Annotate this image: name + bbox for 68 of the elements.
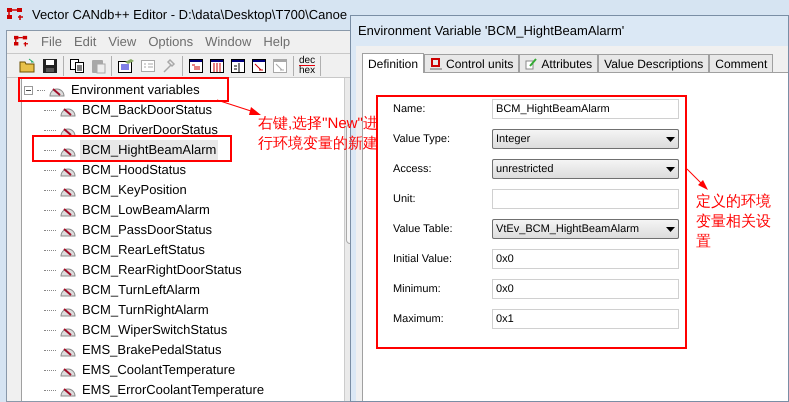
menu-item[interactable]: Options <box>148 32 194 52</box>
caret-icon <box>666 166 675 172</box>
window-title: Vector CANdb++ Editor - D:\data\Desktop\T700\Canoe <box>32 6 348 24</box>
tree-item[interactable]: EMS_ErrorCoolantTemperature <box>80 380 266 400</box>
input-field[interactable]: 0x0 <box>492 249 679 269</box>
save-icon[interactable] <box>42 58 58 74</box>
input-field[interactable] <box>492 189 679 209</box>
tab[interactable]: Attributes <box>519 54 598 72</box>
tree-item[interactable]: EMS_BrakePedalStatus <box>80 340 224 360</box>
field-label: Value Table: <box>393 222 454 237</box>
tree-item[interactable]: BCM_WiperSwitchStatus <box>80 320 230 340</box>
dropdown[interactable]: unrestricted <box>492 159 679 179</box>
document-icon <box>13 35 29 49</box>
tab[interactable]: Value Descriptions <box>598 54 710 72</box>
annotation-text: 右键,选择"New"进 行环境变量的新建 <box>258 114 378 154</box>
copy-icon[interactable] <box>69 58 85 74</box>
view-icon[interactable] <box>251 58 267 74</box>
caret-icon <box>666 226 675 232</box>
caret-icon <box>666 136 675 142</box>
tree-item[interactable]: BCM_BackDoorStatus <box>80 100 214 120</box>
field-label: Initial Value: <box>393 252 454 267</box>
arrow <box>216 98 262 118</box>
input-field[interactable]: BCM_HightBeamAlarm <box>492 99 679 119</box>
app-icon <box>6 7 24 23</box>
ecu-icon <box>430 58 442 70</box>
tab[interactable]: Control units <box>424 54 520 72</box>
tree-item[interactable]: BCM_HoodStatus <box>80 160 188 180</box>
tree-item[interactable]: BCM_TurnRightAlarm <box>80 300 211 320</box>
dialog-title: Environment Variable 'BCM_HightBeamAlarm' <box>358 22 624 40</box>
field-label: Maximum: <box>393 312 445 327</box>
annotation-text: 定义的环境 变量相关设 置 <box>696 192 771 252</box>
dropdown[interactable]: Integer <box>492 129 679 149</box>
field-label: Minimum: <box>393 282 442 297</box>
tree-item[interactable]: BCM_RearLeftStatus <box>80 240 207 260</box>
tab[interactable]: Definition <box>362 53 424 73</box>
folder-icon[interactable] <box>19 58 37 74</box>
tree-item[interactable]: BCM_TurnLeftAlarm <box>80 280 202 300</box>
menu-item[interactable]: Window <box>205 32 252 52</box>
dec-label: dec <box>299 56 316 66</box>
tree-item[interactable]: BCM_RearRightDoorStatus <box>80 260 244 280</box>
view-icon[interactable] <box>209 58 225 74</box>
hex-label: hex <box>299 66 316 75</box>
tree-item[interactable]: BCM_LowBeamAlarm <box>80 200 212 220</box>
menu-item[interactable]: Edit <box>74 32 96 52</box>
dec-hex-icon[interactable]: dec hex <box>299 56 316 75</box>
menu-item[interactable]: Help <box>263 32 290 52</box>
tab[interactable]: Comment <box>709 54 774 72</box>
dropdown[interactable]: VtEv_BCM_HightBeamAlarm <box>492 219 679 239</box>
input-field[interactable]: 0x0 <box>492 279 679 299</box>
collapse-toggle[interactable] <box>24 86 33 94</box>
tree-item[interactable]: Environment variables <box>71 80 200 100</box>
view-icon[interactable] <box>230 58 246 74</box>
field-label: Access: <box>393 162 433 177</box>
tree-item[interactable]: BCM_PassDoorStatus <box>80 220 214 240</box>
tree-item[interactable]: BCM_HightBeamAlarm <box>80 140 218 160</box>
view-icon[interactable] <box>188 58 204 74</box>
field-label: Unit: <box>393 192 417 207</box>
pencil-icon <box>525 58 538 70</box>
field-label: Name: <box>393 102 426 117</box>
tree-item[interactable]: BCM_KeyPosition <box>80 180 189 200</box>
tree-item[interactable]: EMS_CoolantTemperature <box>80 360 238 380</box>
menu-item[interactable]: View <box>108 32 136 52</box>
field-label: Value Type: <box>393 132 452 147</box>
tree-item[interactable]: BCM_DriverDoorStatus <box>80 120 220 140</box>
arrow <box>686 168 710 192</box>
properties-icon[interactable] <box>117 58 135 74</box>
menu-item[interactable]: File <box>41 32 62 52</box>
input-field[interactable]: 0x1 <box>492 309 679 329</box>
